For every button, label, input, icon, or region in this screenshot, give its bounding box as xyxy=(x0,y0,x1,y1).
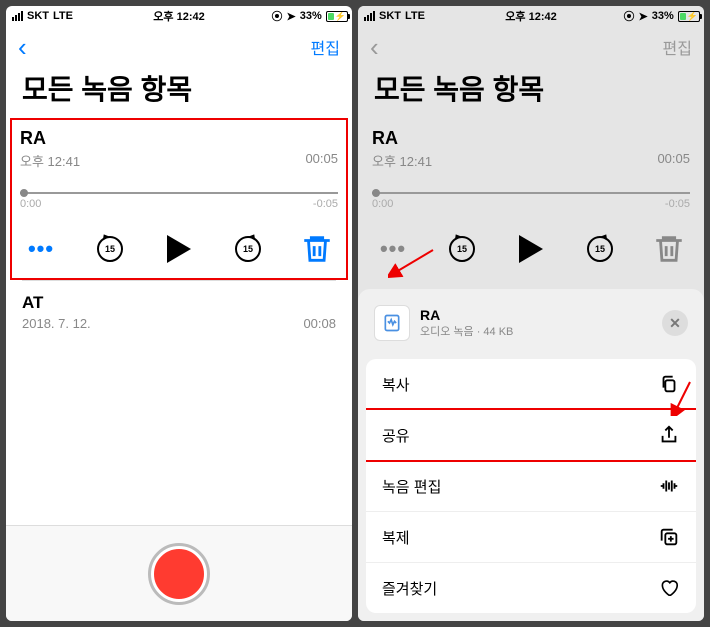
recording-name[interactable]: RA xyxy=(372,128,690,149)
skip-back-button[interactable]: 15 xyxy=(445,232,479,266)
phone-left: SKT LTE 오후 12:42 ⦿ ➤ 33% ⚡ ‹ 편집 모든 녹음 항목… xyxy=(6,6,352,621)
edit-button[interactable]: 편집 xyxy=(311,35,340,59)
nav-bar: ‹ 편집 xyxy=(6,26,352,68)
heart-icon xyxy=(658,577,680,599)
status-time: 오후 12:42 xyxy=(505,8,556,24)
action-label: 복제 xyxy=(382,527,410,548)
annotation-box xyxy=(366,408,696,462)
expanded-recording[interactable]: RA 오후 12:41 00:05 0:00 -0:05 ••• 15 15 xyxy=(358,118,704,280)
phone-right: SKT LTE 오후 12:42 ⦿ ➤ 33% ⚡ ‹ 편집 모든 녹음 항목… xyxy=(358,6,704,621)
clock-icon: ⦿ xyxy=(272,8,283,24)
delete-button[interactable] xyxy=(652,232,686,266)
skip-back-icon: 15 xyxy=(97,236,123,262)
action-share[interactable]: 공유 xyxy=(366,410,696,461)
page-title: 모든 녹음 항목 xyxy=(358,68,704,118)
sheet-file-name: RA xyxy=(420,307,652,323)
expanded-recording[interactable]: RA 오후 12:41 00:05 0:00 -0:05 ••• 15 15 xyxy=(6,118,352,280)
action-favorite[interactable]: 즐겨찾기 xyxy=(366,563,696,613)
action-copy[interactable]: 복사 xyxy=(366,359,696,410)
item-duration: 00:08 xyxy=(303,316,336,331)
action-label: 즐겨찾기 xyxy=(382,578,437,599)
scrubber[interactable]: 0:00 -0:05 xyxy=(372,192,690,210)
duration: 00:05 xyxy=(657,151,690,170)
location-arrow-icon: ➤ xyxy=(639,10,648,23)
record-bar xyxy=(6,525,352,621)
sheet-actions: 복사 공유 녹음 편집 복제 즐겨찾기 xyxy=(366,359,696,613)
battery-icon: ⚡ xyxy=(326,11,346,22)
back-button[interactable]: ‹ xyxy=(18,32,27,63)
carrier: SKT xyxy=(27,10,49,22)
item-name: AT xyxy=(22,293,336,313)
skip-forward-icon: 15 xyxy=(587,236,613,262)
skip-forward-button[interactable]: 15 xyxy=(583,232,617,266)
back-button[interactable]: ‹ xyxy=(370,32,379,63)
play-icon xyxy=(519,235,543,263)
status-bar: SKT LTE 오후 12:42 ⦿ ➤ 33% ⚡ xyxy=(358,6,704,26)
action-duplicate[interactable]: 복제 xyxy=(366,512,696,563)
scrubber-thumb[interactable] xyxy=(372,189,380,197)
action-edit-recording[interactable]: 녹음 편집 xyxy=(366,461,696,512)
item-date: 2018. 7. 12. xyxy=(22,316,91,331)
network: LTE xyxy=(405,10,425,22)
skip-back-icon: 15 xyxy=(449,236,475,262)
duplicate-icon xyxy=(658,526,680,548)
nav-bar: ‹ 편집 xyxy=(358,26,704,68)
play-button[interactable] xyxy=(514,232,548,266)
audio-file-icon xyxy=(374,305,410,341)
list-item[interactable]: AT 2018. 7. 12. 00:08 xyxy=(6,281,352,343)
signal-icon xyxy=(12,11,23,21)
recorded-at: 오후 12:41 xyxy=(372,151,432,170)
battery-pct: 33% xyxy=(652,10,674,22)
scrub-end: -0:05 xyxy=(665,198,690,210)
status-bar: SKT LTE 오후 12:42 ⦿ ➤ 33% ⚡ xyxy=(6,6,352,26)
page-title: 모든 녹음 항목 xyxy=(6,68,352,118)
scrubber-thumb[interactable] xyxy=(20,189,28,197)
battery-pct: 33% xyxy=(300,10,322,22)
sheet-file-meta: 오디오 녹음 · 44 KB xyxy=(420,323,652,339)
network: LTE xyxy=(53,10,73,22)
waveform-icon xyxy=(658,475,680,497)
close-button[interactable]: ✕ xyxy=(662,310,688,336)
location-arrow-icon: ➤ xyxy=(287,10,296,23)
status-time: 오후 12:42 xyxy=(153,8,204,24)
more-button[interactable]: ••• xyxy=(376,232,410,266)
action-label: 녹음 편집 xyxy=(382,476,441,497)
action-label: 복사 xyxy=(382,374,410,395)
action-sheet: RA 오디오 녹음 · 44 KB ✕ 복사 공유 녹음 편집 복제 xyxy=(358,289,704,621)
trash-icon xyxy=(652,232,686,266)
annotation-box xyxy=(10,118,348,280)
sheet-header: RA 오디오 녹음 · 44 KB ✕ xyxy=(366,297,696,349)
carrier: SKT xyxy=(379,10,401,22)
record-button[interactable] xyxy=(151,546,207,602)
skip-forward-icon: 15 xyxy=(235,236,261,262)
scrub-start: 0:00 xyxy=(372,198,393,210)
edit-button[interactable]: 편집 xyxy=(663,35,692,59)
clock-icon: ⦿ xyxy=(624,8,635,24)
signal-icon xyxy=(364,11,375,21)
battery-icon: ⚡ xyxy=(678,11,698,22)
copy-icon xyxy=(658,373,680,395)
